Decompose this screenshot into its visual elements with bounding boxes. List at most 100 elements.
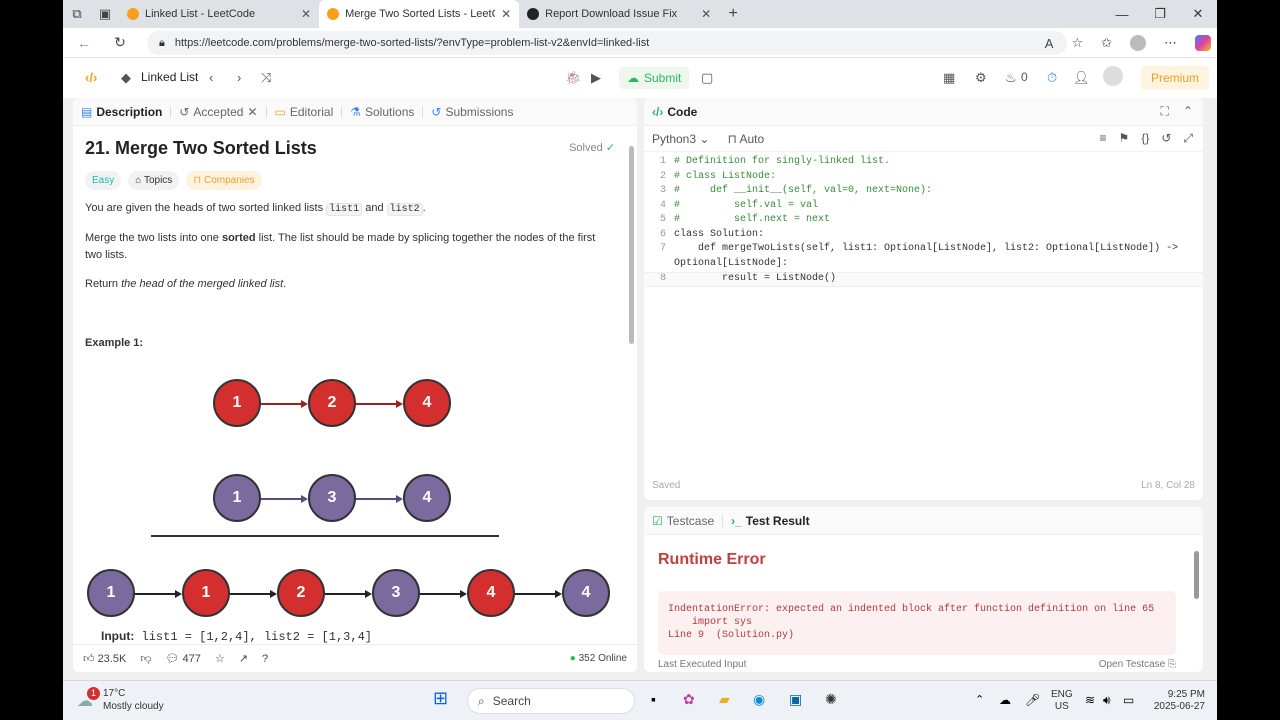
lock-icon: ⊓ <box>727 131 737 146</box>
minimize-icon[interactable]: — <box>1103 0 1141 28</box>
shuffle-icon[interactable]: ⤨ <box>261 70 271 86</box>
collapse-icon[interactable]: ⌃ <box>1183 104 1193 119</box>
tab-label: Description <box>96 104 163 119</box>
next-problem-icon[interactable]: › <box>237 70 241 85</box>
arrow-head-icon <box>175 590 182 598</box>
browser-tab-report-download[interactable]: Report Download Issue Fix ✕ <box>519 0 719 28</box>
windows-start-icon[interactable]: ⊞ <box>433 688 448 709</box>
tab-solutions[interactable]: ⚗ Solutions <box>342 98 422 126</box>
run-icon[interactable]: ▶ <box>591 70 601 86</box>
tab-description[interactable]: ▤ Description <box>73 98 170 126</box>
auto-complete-toggle[interactable]: ⊓ Auto <box>727 132 764 146</box>
tab-testcase[interactable]: ☑ Testcase <box>644 507 722 535</box>
streak-fire-icon[interactable]: ♨ <box>1005 70 1017 86</box>
notes-icon[interactable]: ▢ <box>701 70 713 86</box>
microphone-icon[interactable]: 🎤︎ <box>1025 693 1040 707</box>
edge-icon[interactable]: ◉ <box>753 691 765 708</box>
code-line: 6 class Solution: <box>644 229 1203 244</box>
prev-problem-icon[interactable]: ‹ <box>209 70 213 85</box>
node-arrow <box>261 498 306 500</box>
reload-icon[interactable]: ↻ <box>105 34 135 51</box>
timer-icon[interactable]: ⏱ <box>1047 70 1057 86</box>
submit-button[interactable]: ☁ Submit <box>619 67 690 89</box>
file-explorer-icon[interactable]: ▰ <box>719 691 730 708</box>
close-tab-icon[interactable]: ✕ <box>701 7 711 21</box>
flask-icon: ⚗ <box>350 104 361 119</box>
layout-icon[interactable]: ▦ <box>943 70 955 86</box>
tab-title: Linked List - LeetCode <box>145 8 256 20</box>
url-field[interactable]: 🔒︎ https://leetcode.com/problems/merge-t… <box>147 31 1067 55</box>
code-text: class Solution: <box>674 228 765 240</box>
weather-widget[interactable]: 1 ☁ 17°C Mostly cloudy <box>77 687 164 713</box>
bookmark-icon[interactable]: ⚑ <box>1119 131 1130 146</box>
dislike-icon[interactable]: 👎︎ <box>140 652 151 665</box>
battery-icon[interactable]: ▭ <box>1123 693 1134 707</box>
tab-test-result[interactable]: ›_ Test Result <box>723 507 817 535</box>
tray-chevron-icon[interactable]: ⌃ <box>975 693 984 706</box>
workspaces-icon[interactable]: ⧉ <box>63 0 91 28</box>
onedrive-icon[interactable]: ☁ <box>999 693 1011 707</box>
line-number: 1 <box>659 156 666 167</box>
close-tab-icon[interactable]: ✕ <box>247 105 257 119</box>
premium-button[interactable]: Premium <box>1141 66 1209 90</box>
like-button[interactable]: 👍︎ 23.5K <box>83 652 126 665</box>
maximize-icon[interactable]: ❐ <box>1141 0 1179 28</box>
topics-badge[interactable]: ⌂ Topics <box>128 171 180 190</box>
fullscreen-icon[interactable]: ⛶ <box>1161 104 1169 119</box>
favorite-star-icon[interactable]: ☆ <box>1071 35 1083 51</box>
store-icon[interactable]: ▣ <box>789 691 802 708</box>
node-arrow <box>135 593 180 595</box>
code-line: 8 result = ListNode() <box>644 272 1203 287</box>
expand-icon[interactable]: ⤢ <box>1183 131 1193 146</box>
code-editor[interactable]: 1 # Definition for singly-linked list. 2 # … <box>644 156 1203 287</box>
browser-tab-merge-two-sorted-lists[interactable]: Merge Two Sorted Lists - LeetCod ✕ <box>319 0 520 28</box>
wifi-icon[interactable]: ≋ <box>1085 693 1095 707</box>
add-friend-icon[interactable]: 👤︎ <box>1073 70 1090 86</box>
tab-code[interactable]: ‹/› Code <box>644 98 705 126</box>
close-window-icon[interactable]: ✕ <box>1179 0 1217 28</box>
scrollbar[interactable] <box>629 146 634 344</box>
chatgpt-app-icon[interactable]: ✺ <box>825 691 837 708</box>
debug-icon[interactable]: 🐞︎ <box>565 70 582 86</box>
description-footer: 👍︎ 23.5K 👎︎ 💬︎ 477 ☆ ↗ ? ● 352 Online <box>73 644 637 672</box>
close-tab-icon[interactable]: ✕ <box>501 7 511 21</box>
read-aloud-icon[interactable]: A <box>1045 36 1054 51</box>
code-text: # self.next = next <box>674 214 831 225</box>
copilot-icon[interactable] <box>1195 35 1211 51</box>
clock[interactable]: 9:25 PM 2025-06-27 <box>1149 689 1205 713</box>
tab-submissions[interactable]: ↺ Submissions <box>423 98 521 126</box>
more-icon[interactable]: ⋯ <box>1164 35 1177 51</box>
new-tab-icon[interactable]: + <box>719 0 747 28</box>
share-icon[interactable]: ↗ <box>239 652 248 665</box>
close-tab-icon[interactable]: ✕ <box>301 7 311 21</box>
language-indicator[interactable]: ENG US <box>1051 689 1073 713</box>
settings-gear-icon[interactable]: ⚙ <box>975 70 987 86</box>
leetcode-logo-icon[interactable]: ‹/› <box>85 70 97 85</box>
comments-button[interactable]: 💬︎ 477 <box>165 652 200 665</box>
open-testcase-link[interactable]: Open Testcase ⎘ <box>1099 659 1176 670</box>
reset-icon[interactable]: ↺ <box>1161 131 1171 146</box>
line-number <box>644 258 674 273</box>
code-list2: list2 <box>386 203 423 216</box>
format-icon[interactable]: ≡ <box>1100 131 1107 146</box>
tab-actions-icon[interactable]: ▣ <box>91 0 119 28</box>
taskbar-search[interactable]: ⌕ Search <box>467 688 635 714</box>
user-avatar[interactable] <box>1103 66 1123 86</box>
result-scrollbar[interactable] <box>1194 551 1199 599</box>
braces-icon[interactable]: {} <box>1141 131 1149 146</box>
back-icon[interactable]: ← <box>69 35 99 51</box>
profile-avatar-icon[interactable] <box>1130 35 1146 51</box>
task-view-icon[interactable]: ▪ <box>651 691 656 707</box>
help-icon[interactable]: ? <box>262 653 268 665</box>
favorites-icon[interactable]: ✩ <box>1101 35 1112 51</box>
companies-badge[interactable]: ⊓ Companies <box>186 171 262 190</box>
browser-tab-linked-list[interactable]: Linked List - LeetCode ✕ <box>119 0 319 28</box>
tab-accepted[interactable]: ↺ Accepted ✕ <box>171 98 265 126</box>
star-icon[interactable]: ☆ <box>215 652 225 665</box>
volume-icon[interactable]: 🔊︎ <box>1103 693 1111 708</box>
copilot-app-icon[interactable]: ✿ <box>683 691 695 708</box>
premium-label: Premium <box>1150 71 1199 85</box>
tab-editorial[interactable]: ▭ Editorial <box>267 98 342 126</box>
language-select[interactable]: Python3 ⌄ <box>652 132 709 146</box>
problem-list-link[interactable]: Linked List <box>141 70 198 84</box>
